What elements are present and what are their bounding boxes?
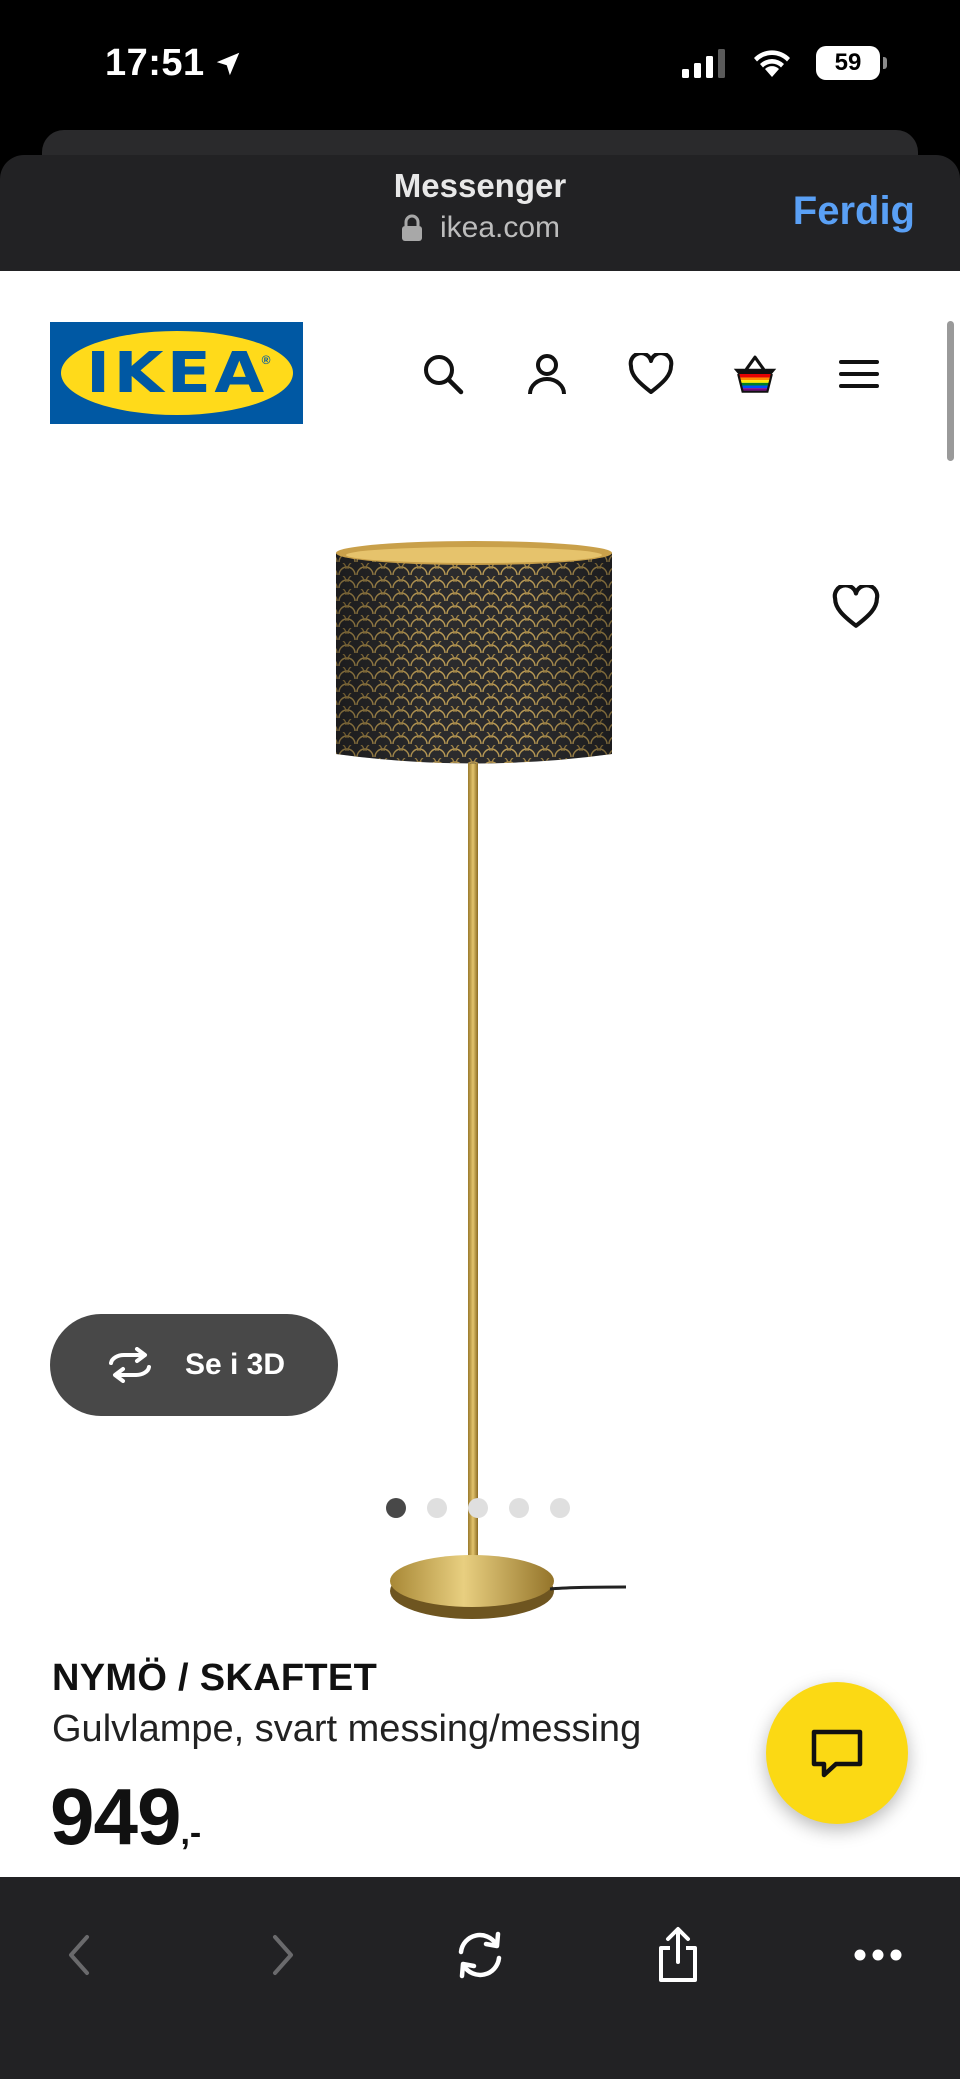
- browser-url: ikea.com: [439, 211, 561, 244]
- product-image[interactable]: [320, 511, 640, 1721]
- gallery-dot[interactable]: [550, 1498, 570, 1518]
- favourites-button[interactable]: [628, 351, 674, 397]
- location-arrow-icon: [216, 52, 239, 75]
- heart-icon: [628, 353, 674, 394]
- ikea-logo[interactable]: IKEA ®: [50, 322, 303, 424]
- product-name: NYMÖ / SKAFTET: [52, 1657, 378, 1699]
- search-icon: [424, 355, 464, 395]
- cart-button[interactable]: [732, 351, 778, 397]
- status-indicators: 59: [680, 46, 887, 80]
- price-amount: 949: [50, 1772, 181, 1861]
- back-icon: [69, 1935, 89, 1975]
- reload-icon: [458, 1931, 502, 1979]
- cellular-signal-icon: [682, 49, 725, 78]
- menu-button[interactable]: [836, 351, 882, 397]
- heart-icon: [832, 583, 880, 628]
- share-button[interactable]: [648, 1925, 708, 1985]
- search-button[interactable]: [420, 351, 466, 397]
- product-description: Gulvlampe, svart messing/messing: [52, 1708, 642, 1750]
- forward-icon: [273, 1935, 293, 1975]
- lock-icon: [401, 214, 422, 241]
- gallery-dot[interactable]: [386, 1498, 406, 1518]
- gallery-dot[interactable]: [427, 1498, 447, 1518]
- done-button[interactable]: Ferdig: [793, 189, 915, 234]
- product-price: 949 ,-: [50, 1771, 201, 1863]
- price-suffix: ,-: [180, 1814, 202, 1852]
- more-button[interactable]: [848, 1925, 908, 1985]
- menu-icon: [839, 360, 879, 388]
- share-icon: [659, 1927, 697, 1982]
- gallery-dot[interactable]: [509, 1498, 529, 1518]
- view-3d-button[interactable]: Se i 3D: [50, 1314, 338, 1416]
- browser-toolbar: [0, 1877, 960, 2079]
- gallery-pagination: [386, 1498, 570, 1518]
- floor-lamp-image: [336, 541, 627, 1619]
- more-icon: [854, 1949, 902, 1961]
- status-time-group: 17:51: [105, 42, 243, 85]
- product-favourite-button[interactable]: [832, 583, 882, 635]
- gallery-dot[interactable]: [468, 1498, 488, 1518]
- reload-button[interactable]: [450, 1925, 510, 1985]
- shopping-bag-icon: [733, 355, 777, 393]
- account-icon: [528, 354, 566, 395]
- web-page: IKEA ® Se i 3D NYMÖ / SKAFTET Gulvlampe,…: [0, 271, 960, 1877]
- rotate-3d-icon: [108, 1347, 151, 1383]
- status-bar: 17:51 59: [0, 0, 960, 130]
- page-scrollbar[interactable]: [947, 321, 954, 461]
- chat-bubble-icon: [811, 1729, 863, 1778]
- ikea-logo-registered-mark: ®: [261, 353, 271, 367]
- wifi-icon: [754, 50, 790, 77]
- battery-indicator: 59: [816, 46, 887, 80]
- view-3d-label: Se i 3D: [184, 1348, 286, 1381]
- account-button[interactable]: [524, 351, 570, 397]
- forward-button[interactable]: [252, 1925, 312, 1985]
- browser-header: Messenger ikea.com Ferdig: [0, 155, 960, 271]
- back-button[interactable]: [50, 1925, 110, 1985]
- status-time: 17:51: [105, 42, 205, 84]
- ikea-logo-text: IKEA: [85, 340, 268, 406]
- ikea-logo-ellipse: IKEA ®: [60, 331, 293, 415]
- battery-level: 59: [834, 49, 862, 76]
- chat-button[interactable]: [766, 1682, 908, 1824]
- header-nav: [420, 351, 882, 397]
